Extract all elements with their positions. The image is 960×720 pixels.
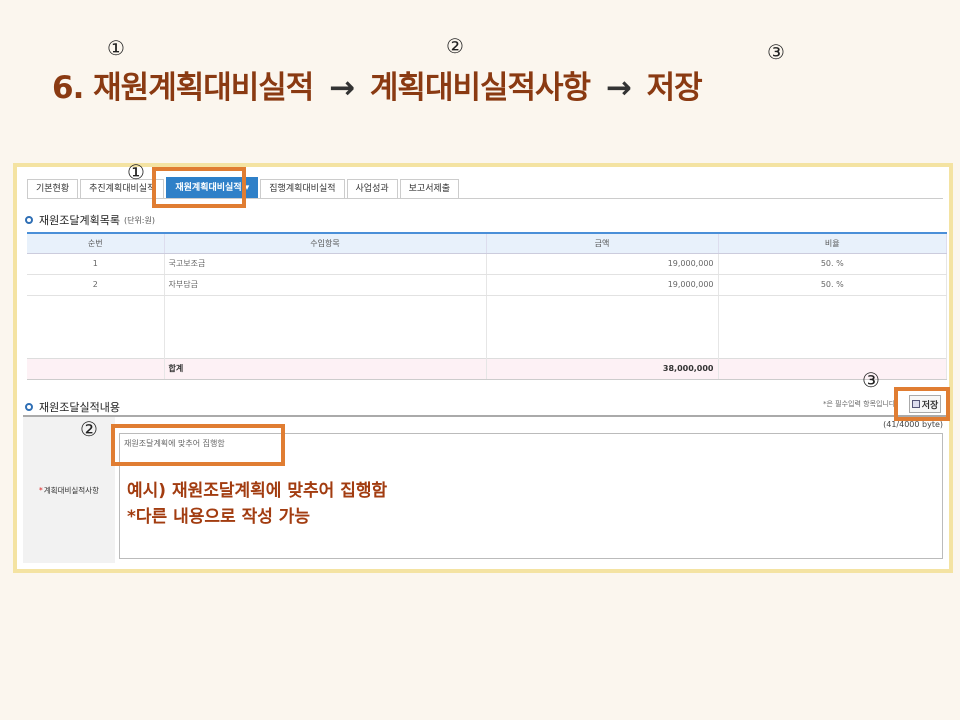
col-header: 금액 (486, 232, 719, 254)
total-label: 합계 (164, 357, 487, 380)
tab-performance[interactable]: 사업성과 (346, 179, 398, 199)
row-item: 국고보조금 (164, 253, 487, 275)
tab-execution-plan[interactable]: 집행계획대비실적 (260, 179, 345, 199)
step2-text: 계획대비실적사항 (369, 70, 591, 106)
row-amount: 19,000,000 (486, 274, 719, 296)
slide-title: 6. 재원계획대비실적 → 계획대비실적사항 → 저장 (52, 62, 703, 107)
highlight-save (894, 387, 950, 421)
marker-2-textarea: ② (80, 417, 98, 441)
col-header: 순번 (27, 232, 165, 254)
row-index: 2 (27, 274, 165, 296)
step1-text: 재원계획대비실적 (93, 70, 314, 106)
field-label: * 계획대비실적사항 (23, 417, 115, 563)
marker-1: ① (107, 36, 125, 60)
plan-section-title: 재원조달계획목록 (단위:원) (25, 212, 155, 228)
table-empty-space (27, 295, 947, 358)
example-line-1: 예시) 재원조달계획에 맞추어 집행함 (127, 481, 388, 501)
plan-title-text: 재원조달계획목록 (39, 214, 120, 227)
bullet-icon (25, 403, 33, 411)
row-ratio: 50. % (718, 274, 947, 296)
result-title-text: 재원조달실적내용 (39, 401, 120, 414)
arrow-icon: → (605, 70, 632, 106)
marker-1-tab: ① (127, 160, 145, 184)
step-number: 6. (52, 70, 84, 106)
example-note: 예시) 재원조달계획에 맞추어 집행함 *다른 내용으로 작성 가능 (127, 478, 387, 530)
highlight-textarea (111, 424, 285, 466)
col-header: 비율 (718, 232, 947, 254)
required-hint: *은 필수입력 항목입니다 (823, 400, 896, 408)
tab-report-submit[interactable]: 보고서제출 (399, 179, 460, 199)
marker-3-save: ③ (862, 368, 880, 392)
plan-table: 순번 수입항목 금액 비율 1 국고보조금 19,000,000 50. % 2… (27, 232, 947, 380)
arrow-icon: → (329, 70, 355, 106)
bullet-icon (25, 216, 33, 224)
marker-2: ② (446, 34, 464, 58)
row-item: 자부담금 (164, 274, 487, 296)
col-header: 수입항목 (164, 232, 487, 254)
row-index: 1 (27, 253, 165, 275)
unit-label: (단위:원) (123, 215, 155, 225)
highlight-tab (152, 167, 246, 208)
total-amount: 38,000,000 (486, 357, 719, 380)
byte-counter: (41/4000 byte) (883, 420, 943, 429)
row-ratio: 50. % (718, 253, 947, 275)
result-section-title: 재원조달실적내용 (25, 399, 120, 415)
total-row: 합계 38,000,000 (27, 357, 947, 380)
table-row: 2 자부담금 19,000,000 50. % (27, 274, 947, 296)
table-row: 1 국고보조금 19,000,000 50. % (27, 253, 947, 275)
row-amount: 19,000,000 (486, 253, 719, 275)
marker-3: ③ (767, 40, 785, 64)
step3-text: 저장 (646, 70, 703, 106)
tab-basic-status[interactable]: 기본현황 (27, 179, 79, 199)
example-line-2: *다른 내용으로 작성 가능 (127, 507, 311, 527)
required-mark: * (39, 485, 43, 495)
